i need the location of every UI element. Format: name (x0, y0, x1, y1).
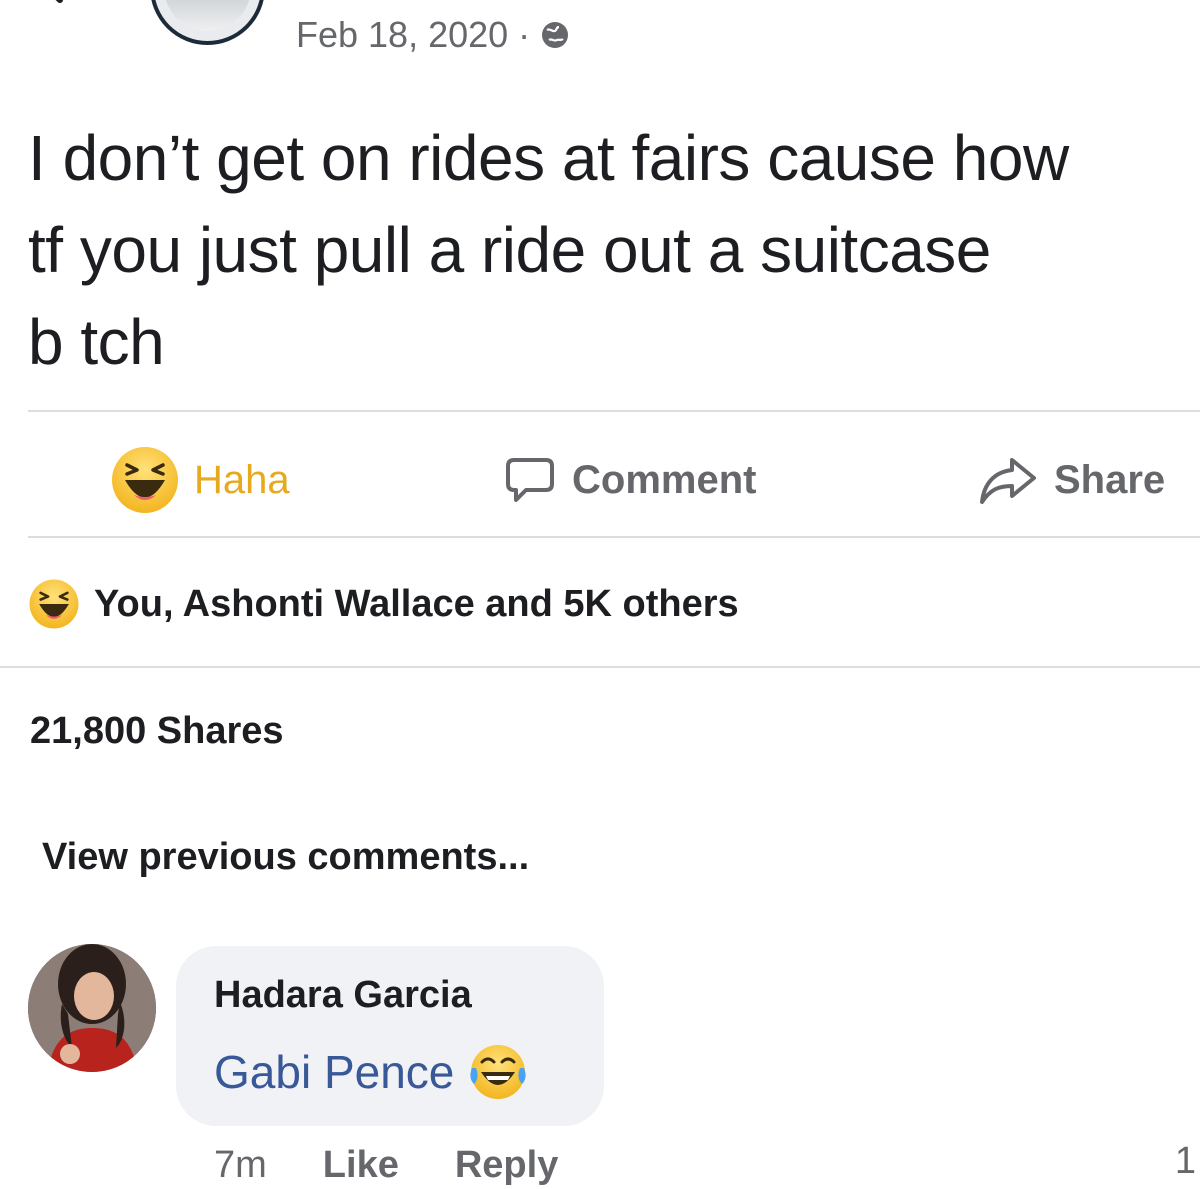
reactions-summary-text: You, Ashonti Wallace and 5K others (94, 582, 739, 625)
divider (28, 410, 1200, 412)
comment-button[interactable]: Comment (502, 440, 756, 520)
comment-author[interactable]: Hadara Garcia (214, 974, 472, 1017)
share-button[interactable]: Share (978, 440, 1165, 520)
mention-link[interactable]: Gabi Pence (214, 1045, 454, 1099)
comment-body: Gabi Pence (214, 1042, 528, 1102)
comment-reaction-count: 1 (1174, 1140, 1196, 1182)
comment-label: Comment (572, 457, 757, 502)
share-label: Share (1054, 457, 1166, 502)
haha-emoji-icon (29, 579, 79, 629)
comment-bubble: Hadara Garcia Gabi Pence (176, 946, 604, 1126)
facebook-post-screen: Feb 18, 2020 · I don’t get on rides at f… (0, 0, 1200, 1189)
commenter-avatar[interactable] (28, 944, 156, 1072)
comment-icon (506, 458, 554, 502)
divider (28, 536, 1200, 538)
comment-like-button[interactable]: Like (323, 1144, 399, 1187)
reactions-summary[interactable]: You, Ashonti Wallace and 5K others (28, 574, 739, 634)
haha-reaction-button[interactable]: Haha (110, 440, 290, 520)
share-icon (980, 458, 1036, 504)
action-bar: Haha Comment Share (0, 440, 1200, 520)
globe-icon (542, 22, 569, 48)
view-previous-comments-link[interactable]: View previous comments... (42, 836, 529, 879)
laughing-crying-emoji-icon (470, 1045, 526, 1099)
post-meta: Feb 18, 2020 · (296, 12, 570, 58)
comment-time: 7m (214, 1143, 267, 1186)
haha-label: Haha (194, 457, 290, 502)
post-date[interactable]: Feb 18, 2020 · (296, 14, 530, 56)
haha-emoji-icon (112, 447, 178, 513)
poster-avatar[interactable] (150, 0, 265, 45)
back-arrow-icon[interactable] (30, 0, 70, 18)
divider (0, 666, 1200, 668)
shares-count[interactable]: 21,800 Shares (30, 710, 284, 753)
post-text: I don’t get on rides at fairs cause how … (28, 122, 1069, 378)
comment-footer: 7m Like Reply (214, 1140, 558, 1189)
comment-reply-button[interactable]: Reply (455, 1144, 558, 1187)
